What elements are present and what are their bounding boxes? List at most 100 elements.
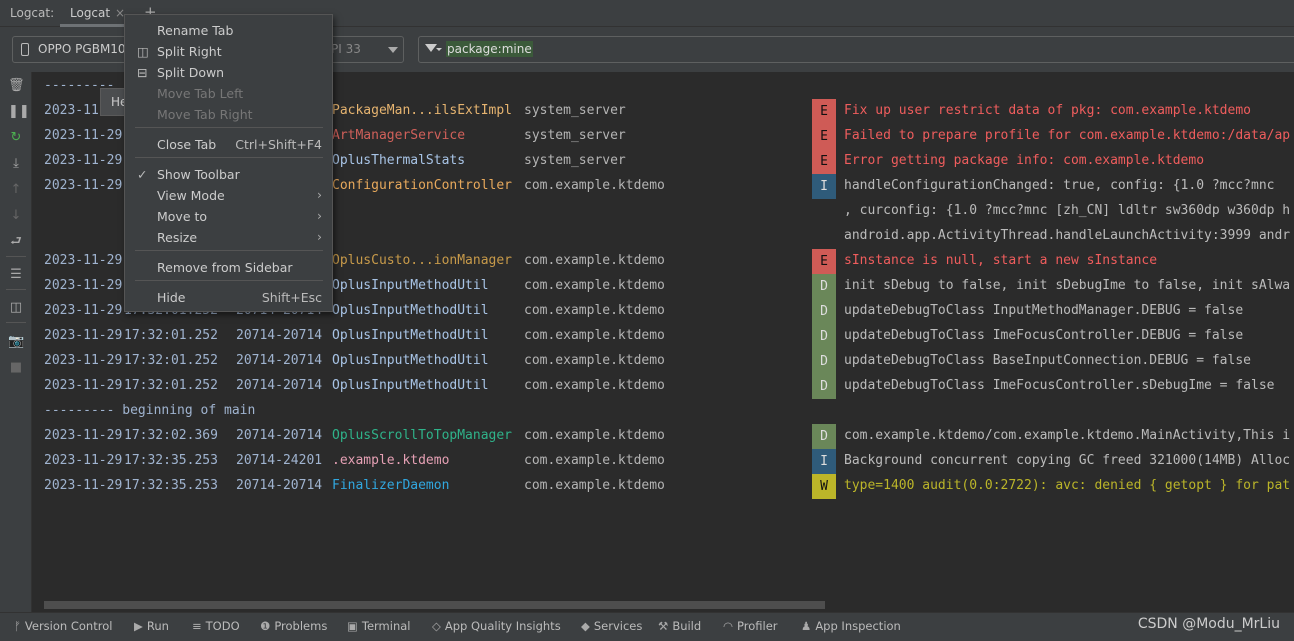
restart-icon[interactable]: ↻ xyxy=(8,130,24,146)
log-level-badge: D xyxy=(812,274,836,299)
status-run[interactable]: ▶ Run xyxy=(134,619,169,633)
menu-item-view-mode[interactable]: View Mode › xyxy=(125,185,332,206)
status-bar: CSDN @Modu_MrLiu ᚠ Version Control ▶ Run ≡ TO… xyxy=(0,612,1294,641)
menu-item-move-to[interactable]: Move to › xyxy=(125,206,332,227)
log-date: 2023-11 xyxy=(44,103,99,118)
video-record-icon[interactable]: ■ xyxy=(8,360,24,376)
status-terminal[interactable]: ▣ Terminal xyxy=(347,619,410,633)
log-level-badge: E xyxy=(812,124,836,149)
status-item-label: Profiler xyxy=(737,619,778,633)
menu-item-label: Remove from Sidebar xyxy=(157,260,293,275)
log-date: 2023-11-29 xyxy=(44,453,123,468)
log-pid: 20714-24201 xyxy=(236,453,323,468)
status-item-label: Problems xyxy=(274,619,328,633)
menu-item-close-tab[interactable]: Close Tab Ctrl+Shift+F4 xyxy=(125,134,332,155)
menu-item-move-tab-left: Move Tab Left xyxy=(125,83,332,104)
log-tag: FinalizerDaemon xyxy=(332,478,450,493)
log-date: 2023-11-29 xyxy=(44,378,123,393)
log-tag: OplusInputMethodUtil xyxy=(332,303,489,318)
filter-value[interactable]: package:mine xyxy=(446,41,533,57)
checkmark-icon: ✓ xyxy=(137,167,148,182)
log-tag: .example.ktdemo xyxy=(332,453,450,468)
run-icon: ▶ xyxy=(134,619,143,633)
log-tag: ArtManagerService xyxy=(332,128,466,143)
log-message: updateDebugToClass BaseInputConnection.D… xyxy=(844,353,1251,368)
split-panels-icon[interactable]: ◫ xyxy=(8,300,24,316)
menu-item-rename-tab[interactable]: Rename Tab xyxy=(125,20,332,41)
log-tag: OplusInputMethodUtil xyxy=(332,378,489,393)
status-app-quality-insights[interactable]: ◇ App Quality Insights xyxy=(432,619,561,633)
log-tag: OplusInputMethodUtil xyxy=(332,353,489,368)
log-date: 2023-11-29 xyxy=(44,153,123,168)
menu-item-resize[interactable]: Resize › xyxy=(125,227,332,248)
log-level-badge: D xyxy=(812,299,836,324)
menu-item-label: Move to xyxy=(157,209,208,224)
log-date: 2023-11-29 xyxy=(44,478,123,493)
chevron-down-icon xyxy=(388,47,398,53)
status-services[interactable]: ◆ Services xyxy=(581,619,642,633)
log-row[interactable]: --------- beginning of main xyxy=(32,399,1294,424)
log-date: 2023-11-29 xyxy=(44,178,123,193)
menu-item-label: Rename Tab xyxy=(157,23,234,38)
arrow-down-icon[interactable]: ↓ xyxy=(8,208,24,224)
log-tag: OplusInputMethodUtil xyxy=(332,328,489,343)
status-app-inspection[interactable]: ♟ App Inspection xyxy=(801,619,901,633)
status-version-control[interactable]: ᚠ Version Control xyxy=(14,619,112,633)
app-inspection-icon: ♟ xyxy=(801,619,812,633)
log-package: com.example.ktdemo xyxy=(524,328,665,343)
menu-separator xyxy=(135,127,323,128)
soft-wrap-icon[interactable]: ⮐ xyxy=(8,234,24,250)
tab-label: Logcat xyxy=(70,6,111,20)
log-level-badge: D xyxy=(812,424,836,449)
settings-sliders-icon[interactable]: ☰ xyxy=(8,267,24,283)
scroll-to-end-icon[interactable]: ⤓ xyxy=(8,156,24,172)
split-right-icon: ◫ xyxy=(137,44,149,59)
filter-dropdown-icon[interactable] xyxy=(436,48,442,51)
menu-separator xyxy=(135,280,323,281)
log-date: 2023-11-29 xyxy=(44,278,123,293)
log-row[interactable]: 2023-11-2917:32:01.252 20714-20714 OplusIn… xyxy=(32,324,1294,349)
terminal-icon: ▣ xyxy=(347,619,358,633)
pause-icon[interactable]: ❚❚ xyxy=(8,104,30,120)
tab-logcat[interactable]: Logcat × xyxy=(60,0,130,27)
log-date: 2023-11-29 xyxy=(44,353,123,368)
menu-item-show-toolbar[interactable]: ✓ Show Toolbar xyxy=(125,164,332,185)
build-icon: ⚒ xyxy=(658,619,669,633)
menu-item-hide[interactable]: Hide Shift+Esc xyxy=(125,287,332,308)
log-row[interactable]: 2023-11-2917:32:01.252 20714-20714 OplusIn… xyxy=(32,374,1294,399)
menu-item-label: Hide xyxy=(157,290,186,305)
filter-input[interactable]: package:mine xyxy=(418,36,1294,63)
menu-separator xyxy=(135,250,323,251)
log-level-badge: I xyxy=(812,174,836,199)
horizontal-scrollbar[interactable] xyxy=(44,601,825,609)
log-pid: 20714-20714 xyxy=(236,428,323,443)
log-date: 2023-11-29 xyxy=(44,253,123,268)
status-problems[interactable]: ❶ Problems xyxy=(260,619,327,633)
log-package: system_server xyxy=(524,153,626,168)
trash-icon[interactable]: 🗑 xyxy=(8,78,25,94)
log-message: handleConfigurationChanged: true, config… xyxy=(844,178,1275,193)
log-message: Error getting package info: com.example.… xyxy=(844,153,1205,168)
menu-item-split-down[interactable]: ⊟ Split Down xyxy=(125,62,332,83)
menu-item-label: Move Tab Right xyxy=(157,107,253,122)
status-build[interactable]: ⚒ Build xyxy=(658,619,701,633)
menu-item-split-right[interactable]: ◫ Split Right xyxy=(125,41,332,62)
log-row[interactable]: 2023-11-2917:32:01.252 20714-20714 OplusIn… xyxy=(32,349,1294,374)
menu-item-label: View Mode xyxy=(157,188,225,203)
arrow-up-icon[interactable]: ↑ xyxy=(8,182,24,198)
menu-item-move-tab-right: Move Tab Right xyxy=(125,104,332,125)
log-row[interactable]: 2023-11-29 17:32:35.253 20714-24201 .exampl… xyxy=(32,449,1294,474)
log-pid: 20714-20714 xyxy=(236,378,323,393)
menu-item-remove-from-sidebar[interactable]: Remove from Sidebar xyxy=(125,257,332,278)
log-time: 17:32:01.252 xyxy=(124,353,218,368)
camera-icon[interactable]: 📷 xyxy=(8,334,24,350)
log-row[interactable]: 2023-11-29 17:32:02.369 20714-20714 OplusSc… xyxy=(32,424,1294,449)
profiler-icon: ◠ xyxy=(723,619,734,633)
log-package: com.example.ktdemo xyxy=(524,278,665,293)
log-package: com.example.ktdemo xyxy=(524,378,665,393)
status-item-label: Terminal xyxy=(361,619,411,633)
status-profiler[interactable]: ◠ Profiler xyxy=(723,619,778,633)
app-quality-icon: ◇ xyxy=(432,619,441,633)
status-todo[interactable]: ≡ TODO xyxy=(192,619,240,633)
log-row[interactable]: 2023-11-29 17:32:35.253 20714-20714 Finaliz… xyxy=(32,474,1294,499)
